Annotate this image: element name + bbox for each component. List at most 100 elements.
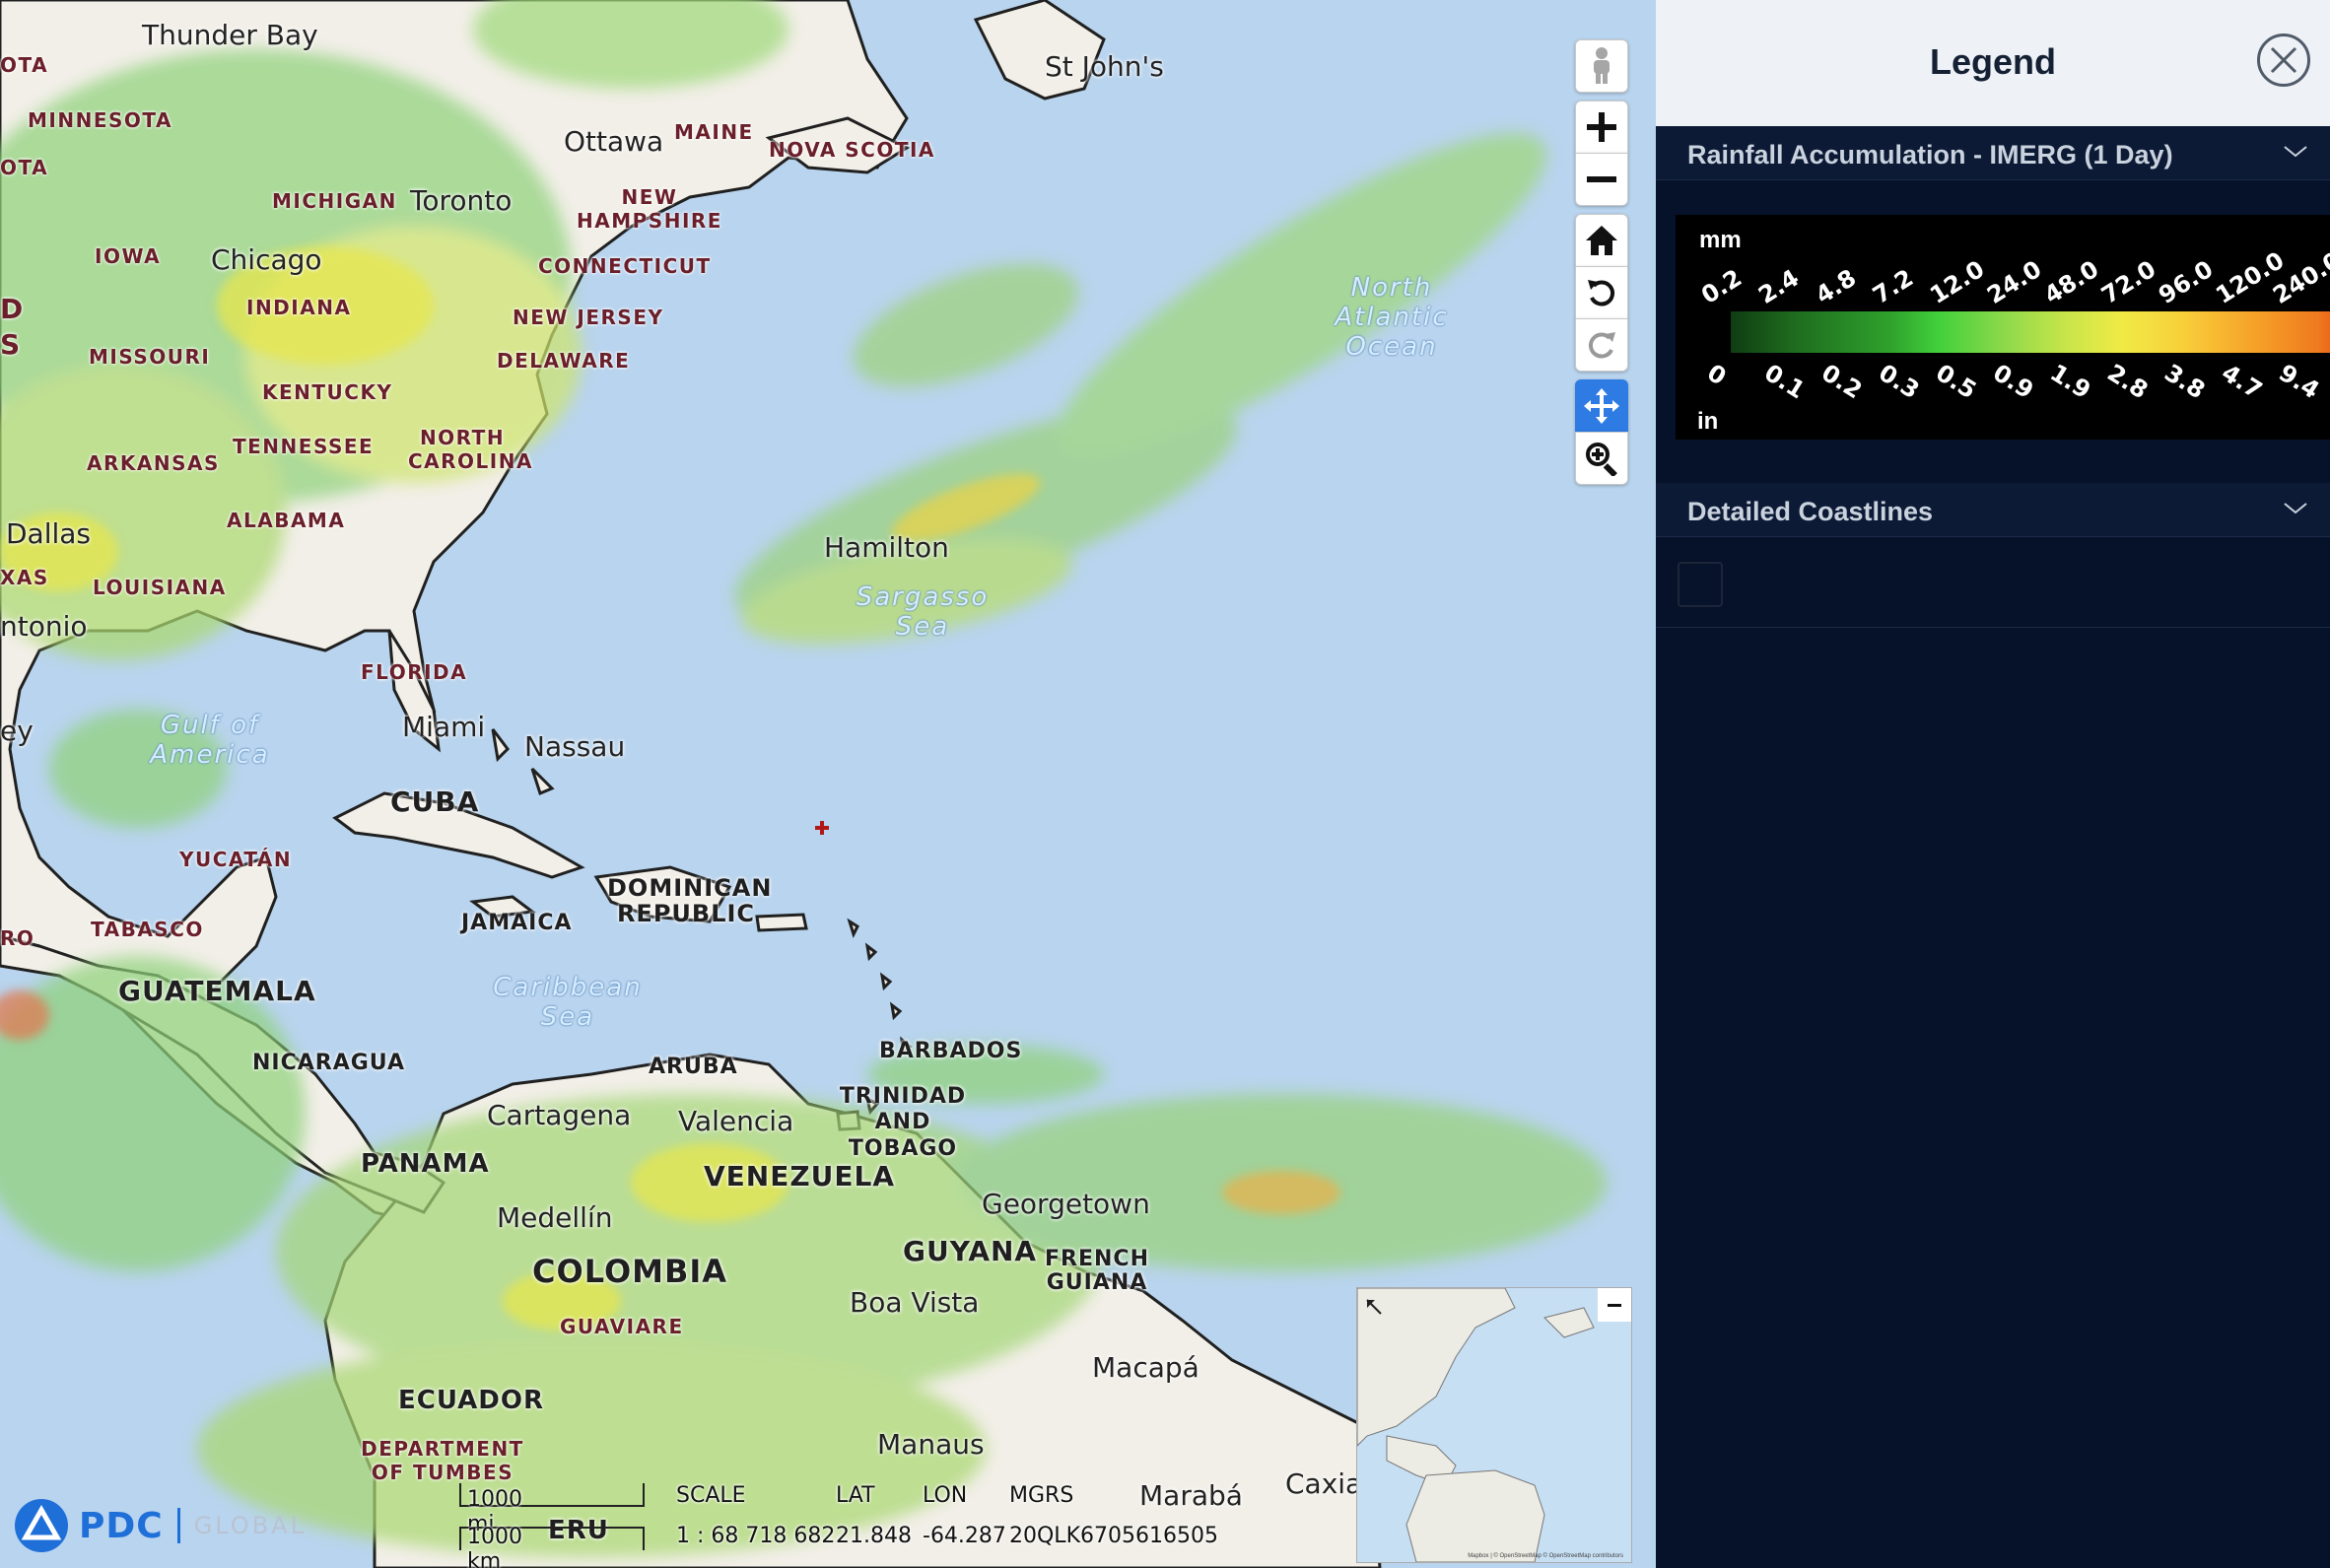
legend-section-rainfall[interactable]: Rainfall Accumulation - IMERG (1 Day) xyxy=(1656,126,2330,180)
colorbar-unit-mm: mm xyxy=(1699,227,1742,253)
lon-header: LON xyxy=(923,1483,968,1508)
zoom-box-icon xyxy=(1586,443,1617,476)
colorbar-tick-mm: 24.0 xyxy=(1982,254,2047,309)
map-label-city: Boa Vista xyxy=(850,1286,980,1319)
map-toolbar xyxy=(1575,39,1630,485)
overview-map-image xyxy=(1357,1288,1631,1562)
pan-button[interactable] xyxy=(1575,379,1628,433)
overview-map[interactable]: Mapbox | © OpenStreetMap © OpenStreetMap… xyxy=(1356,1287,1632,1563)
map-label-state: FLORIDA xyxy=(361,660,468,684)
lat-value: 21.848 xyxy=(836,1524,912,1548)
colorbar-tick-mm: 7.2 xyxy=(1868,263,1919,309)
colorbar-tick-mm: 72.0 xyxy=(2096,254,2161,309)
map-label-state: XAS xyxy=(0,566,49,589)
map-canvas[interactable]: MINNESOTA IOWA MISSOURI INDIANA KENTUCKY… xyxy=(0,0,1656,1568)
chevron-down-icon[interactable] xyxy=(2283,138,2308,164)
colorbar-tick-mm: 12.0 xyxy=(1925,254,1990,309)
legend-section-coastlines[interactable]: Detailed Coastlines xyxy=(1656,483,2330,537)
overview-collapse-button[interactable] xyxy=(1598,1288,1631,1322)
map-label-water: North Atlantic Ocean xyxy=(1335,273,1449,362)
colorbar-tick-in: 0.9 xyxy=(1988,359,2039,405)
pan-icon xyxy=(1584,388,1619,424)
expand-arrow-icon[interactable] xyxy=(1363,1296,1385,1318)
zoom-in-icon xyxy=(1587,112,1616,142)
home-button[interactable] xyxy=(1575,214,1628,267)
map-label-country: JAMAICA xyxy=(461,911,573,935)
map-label-state: TABASCO xyxy=(91,918,204,941)
pegman-icon[interactable] xyxy=(1575,39,1628,93)
map-label-state: YUCATÁN xyxy=(179,848,293,871)
map-label-city: ey xyxy=(0,715,34,747)
chevron-down-icon[interactable] xyxy=(2283,495,2308,520)
map-label-country: TRINIDAD AND TOBAGO xyxy=(824,1084,982,1162)
colorbar-tick-in: 3.8 xyxy=(2159,359,2211,405)
map-label-country: FRENCH GUIANA xyxy=(1045,1247,1149,1296)
pdc-logo: PDC GLOBAL xyxy=(14,1498,307,1553)
zoom-out-button[interactable] xyxy=(1575,153,1628,206)
colorbar-tick-in: 2.8 xyxy=(2102,359,2154,405)
map-label-city: Caxia xyxy=(1285,1467,1363,1500)
map-label-state: IOWA xyxy=(95,244,162,268)
logo-brand: PDC xyxy=(79,1505,164,1546)
zoom-box-button[interactable] xyxy=(1575,432,1628,485)
map-label-state: MISSOURI xyxy=(89,345,211,369)
scale-readout: SCALE 1 : 68 718 682 xyxy=(676,1483,835,1548)
map-label-state: INDIANA xyxy=(246,296,352,319)
lon-readout: LON -64.287 xyxy=(923,1483,1006,1548)
map-label-city: Cartagena xyxy=(487,1099,632,1131)
map-label-state: CONNECTICUT xyxy=(538,254,712,278)
map-label-city: Thunder Bay xyxy=(142,19,318,51)
rainfall-colorbar: mm 0.2 2.4 4.8 7.2 12.0 24.0 48.0 72.0 96.0 120.0… xyxy=(1676,215,2330,440)
colorbar-tick-in: 4.7 xyxy=(2217,359,2268,405)
map-label-state: D xyxy=(0,293,25,325)
legend-section-label: Rainfall Accumulation - IMERG (1 Day) xyxy=(1687,140,2173,170)
map-label-state: NEW HAMPSHIRE xyxy=(577,185,722,233)
tool-controls xyxy=(1575,379,1630,485)
lon-value: -64.287 xyxy=(923,1524,1006,1548)
map-label-water: North Atlantic Ocean xyxy=(1333,273,1451,363)
rotate-right-icon xyxy=(1588,332,1615,359)
map-label-water: Caribbean Sea xyxy=(493,973,643,1032)
lat-readout: LAT 21.848 xyxy=(836,1483,912,1548)
rotate-left-icon xyxy=(1588,280,1615,307)
map-label-country: NICARAGUA xyxy=(252,1051,406,1075)
view-controls xyxy=(1575,214,1630,372)
map-label-city: Dallas xyxy=(6,517,92,550)
minus-icon xyxy=(1608,1304,1621,1307)
map-label-state: KENTUCKY xyxy=(262,380,393,404)
lat-header: LAT xyxy=(836,1483,875,1508)
legend-title: Legend xyxy=(1929,41,2056,82)
map-label-city: Nassau xyxy=(524,730,626,763)
close-legend-button[interactable] xyxy=(2257,34,2310,87)
map-label-city: Valencia xyxy=(678,1105,794,1137)
map-label-state: NORTH CAROLINA xyxy=(408,426,531,473)
colorbar-tick-in: 0 xyxy=(1702,359,1732,391)
home-icon xyxy=(1586,226,1617,255)
map-label-city: Toronto xyxy=(410,184,513,217)
map-label-state: ARKANSAS xyxy=(87,451,220,475)
colorbar-tick-mm: 48.0 xyxy=(2039,254,2104,309)
rotate-left-button[interactable] xyxy=(1575,266,1628,319)
mgrs-value: 20QLK6705616505 xyxy=(1009,1524,1218,1548)
mgrs-readout: MGRS 20QLK6705616505 xyxy=(1009,1483,1218,1548)
map-label-state: DEPARTMENT OF TUMBES xyxy=(361,1437,524,1484)
map-label-country: GUYANA xyxy=(903,1235,1038,1267)
map-label-city: Macapá xyxy=(1092,1351,1199,1384)
map-label-state: OTA xyxy=(0,156,49,179)
logo-subtitle: GLOBAL xyxy=(193,1512,307,1539)
map-label-country: BARBADOS xyxy=(879,1039,1023,1063)
rotate-right-button[interactable] xyxy=(1575,318,1628,372)
map-label-state: S xyxy=(0,328,22,361)
map-label-state: ALABAMA xyxy=(227,509,346,532)
map-label-state: NOVA SCOTIA xyxy=(769,138,935,162)
map-label-water: Caribbean Sea xyxy=(489,973,647,1033)
map-label-city: Miami xyxy=(402,711,486,743)
close-icon xyxy=(2270,46,2297,74)
map-label-city: ntonio xyxy=(0,610,88,643)
map-label-country: GUATEMALA xyxy=(118,975,316,1007)
colorbar-tick-mm: 2.4 xyxy=(1753,263,1805,309)
zoom-in-button[interactable] xyxy=(1575,101,1628,154)
map-label-country: COLOMBIA xyxy=(532,1253,728,1290)
map-label-country: PANAMA xyxy=(361,1149,490,1179)
map-label-water: Gulf of America xyxy=(146,711,274,771)
